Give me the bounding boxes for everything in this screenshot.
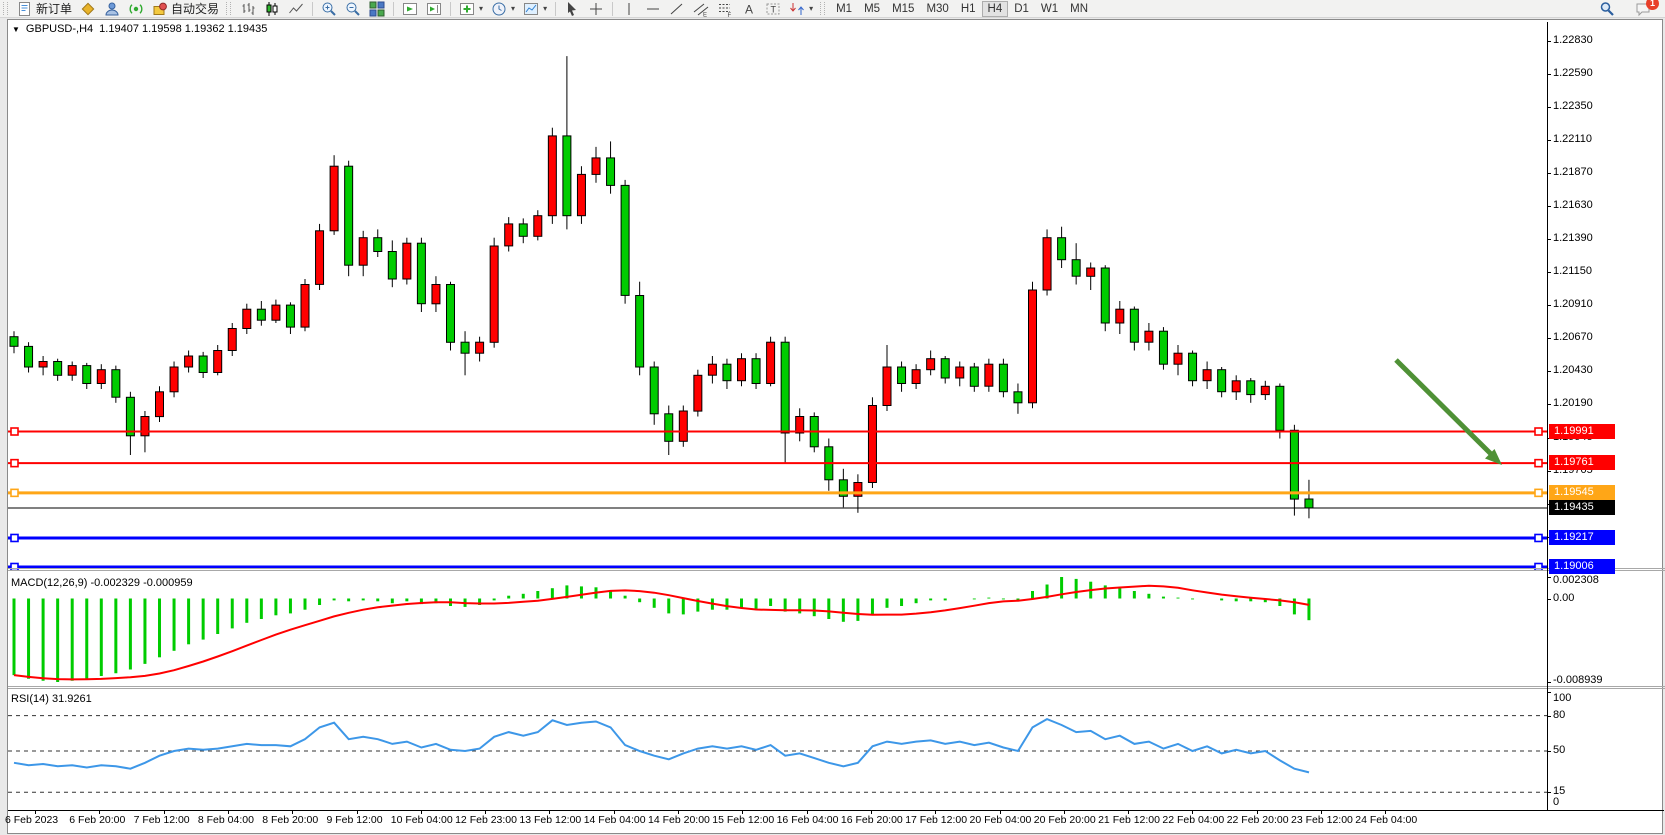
zoom-in-icon xyxy=(321,1,337,17)
timeframe-M30[interactable]: M30 xyxy=(920,1,954,17)
history-button[interactable] xyxy=(76,0,100,17)
notification-badge: 1 xyxy=(1646,0,1659,10)
template-icon xyxy=(523,1,539,17)
horizontal-line-icon xyxy=(645,1,661,17)
chevron-down-icon: ▾ xyxy=(543,4,547,13)
macd-pane[interactable] xyxy=(8,572,1547,686)
autotrade-icon xyxy=(152,1,168,17)
chevron-down-icon: ▾ xyxy=(479,4,483,13)
new-order-button[interactable]: 新订单 xyxy=(13,0,76,17)
svg-text:E: E xyxy=(703,12,707,17)
toolbar: 新订单 自动交易 ▾ ▾ xyxy=(0,0,1665,18)
add-indicator-icon xyxy=(459,1,475,17)
text-icon: A xyxy=(741,1,757,17)
tile-windows-button[interactable] xyxy=(365,0,389,17)
new-order-label: 新订单 xyxy=(36,0,72,17)
pane-separator[interactable] xyxy=(8,688,1665,689)
pane-separator[interactable] xyxy=(8,570,1665,571)
indicators-button[interactable]: ▾ xyxy=(455,0,487,17)
horizontal-line-button[interactable] xyxy=(641,0,665,17)
chart-shift-icon xyxy=(426,1,442,17)
arrows-icon xyxy=(789,1,805,17)
autotrade-label: 自动交易 xyxy=(171,0,219,17)
toolbar-grip[interactable] xyxy=(226,2,231,15)
templates-button[interactable]: ▾ xyxy=(519,0,551,17)
svg-text:F: F xyxy=(728,13,732,17)
timeframe-group: M1M5M15M30H1H4D1W1MN xyxy=(830,1,1094,17)
main-price-chart[interactable] xyxy=(8,22,1547,570)
timeframe-D1[interactable]: D1 xyxy=(1008,1,1035,17)
timeframe-H1[interactable]: H1 xyxy=(955,1,982,17)
auto-scroll-button[interactable] xyxy=(398,0,422,17)
timeframe-M1[interactable]: M1 xyxy=(830,1,858,17)
pane-separator[interactable] xyxy=(8,686,1665,687)
new-order-icon xyxy=(17,1,33,17)
arrows-button[interactable]: ▾ xyxy=(785,0,817,17)
periods-button[interactable]: ▾ xyxy=(487,0,519,17)
svg-text:A: A xyxy=(745,2,753,16)
auto-scroll-icon xyxy=(402,1,418,17)
toolbar-grip[interactable] xyxy=(820,2,825,15)
person-icon xyxy=(104,1,120,17)
text-label-button[interactable]: T xyxy=(761,0,785,17)
vertical-line-button[interactable] xyxy=(617,0,641,17)
trendline-button[interactable] xyxy=(665,0,689,17)
line-chart-button[interactable] xyxy=(284,0,308,17)
signals-button[interactable] xyxy=(124,0,148,17)
timeframe-H4[interactable]: H4 xyxy=(982,1,1009,17)
search-button[interactable] xyxy=(1595,0,1619,17)
bar-chart-button[interactable] xyxy=(236,0,260,17)
search-icon xyxy=(1599,1,1615,17)
toolbar-right-group: 1 xyxy=(1595,0,1651,17)
tile-windows-icon xyxy=(369,1,385,17)
toolbar-separator xyxy=(393,2,394,16)
toolbar-grip[interactable] xyxy=(3,2,8,15)
chevron-down-icon: ▾ xyxy=(809,4,813,13)
time-axis-line xyxy=(8,810,1664,811)
line-chart-icon xyxy=(288,1,304,17)
trendline-icon xyxy=(669,1,685,17)
zoom-out-icon xyxy=(345,1,361,17)
cursor-button[interactable] xyxy=(560,0,584,17)
gold-cube-icon xyxy=(80,1,96,17)
toolbar-separator xyxy=(612,2,613,16)
mt4-terminal: { "toolbar": { "new_order_label": "新订单",… xyxy=(0,0,1665,835)
crosshair-button[interactable] xyxy=(584,0,608,17)
zoom-out-button[interactable] xyxy=(341,0,365,17)
vertical-line-icon xyxy=(621,1,637,17)
zoom-in-button[interactable] xyxy=(317,0,341,17)
toolbar-separator xyxy=(312,2,313,16)
market-watch-button[interactable] xyxy=(100,0,124,17)
chat-button[interactable]: 1 xyxy=(1635,1,1651,17)
candlestick-chart-button[interactable] xyxy=(260,0,284,17)
ohlc-bars-icon xyxy=(240,1,256,17)
clock-icon xyxy=(491,1,507,17)
autotrade-button[interactable]: 自动交易 xyxy=(148,0,223,17)
channel-button[interactable]: E xyxy=(689,0,713,17)
pane-separator[interactable] xyxy=(8,568,1665,569)
crosshair-icon xyxy=(588,1,604,17)
timeframe-W1[interactable]: W1 xyxy=(1035,1,1064,17)
price-axis-line xyxy=(1547,22,1548,811)
chevron-down-icon: ▾ xyxy=(511,4,515,13)
broadcast-icon xyxy=(128,1,144,17)
candlestick-icon xyxy=(264,1,280,17)
cursor-icon xyxy=(564,1,580,17)
text-label-icon: T xyxy=(765,1,781,17)
equidistant-channel-icon: E xyxy=(693,1,709,17)
chart-shift-button[interactable] xyxy=(422,0,446,17)
svg-text:T: T xyxy=(771,4,777,14)
timeframe-M15[interactable]: M15 xyxy=(886,1,920,17)
timeframe-M5[interactable]: M5 xyxy=(858,1,886,17)
text-button[interactable]: A xyxy=(737,0,761,17)
toolbar-separator xyxy=(555,2,556,16)
rsi-pane[interactable] xyxy=(8,690,1547,810)
toolbar-separator xyxy=(450,2,451,16)
fibonacci-button[interactable]: F xyxy=(713,0,737,17)
fibonacci-icon: F xyxy=(717,1,733,17)
timeframe-MN[interactable]: MN xyxy=(1064,1,1094,17)
